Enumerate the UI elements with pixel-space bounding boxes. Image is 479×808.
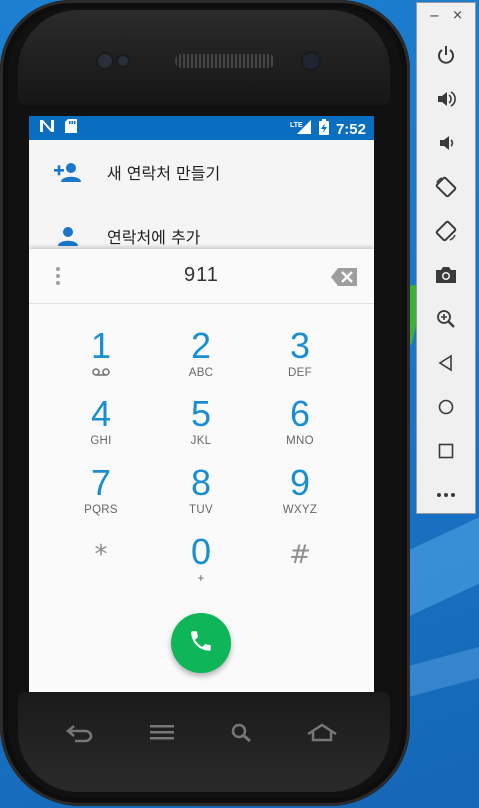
overview-icon[interactable]	[417, 429, 475, 473]
status-bar: LTE 7:52	[29, 116, 374, 140]
hw-menu-icon[interactable]	[142, 722, 182, 750]
key-8[interactable]: 8 TUV	[151, 464, 251, 528]
n-notification-icon	[39, 119, 55, 137]
key-pound[interactable]: #	[250, 533, 350, 597]
more-icon[interactable]	[417, 473, 475, 517]
svg-text:LTE: LTE	[290, 122, 303, 129]
rotate-right-icon[interactable]	[417, 209, 475, 253]
volume-up-icon[interactable]	[417, 77, 475, 121]
add-to-contact-label: 연락처에 추가	[107, 228, 201, 247]
key-0[interactable]: 0 +	[151, 533, 251, 597]
dialpad: 911 1 2 ABC 3 DEF 4 GHI 5 JKL 6 MNO 7 PQ…	[29, 249, 374, 692]
key-7[interactable]: 7 PQRS	[51, 464, 151, 528]
backspace-icon[interactable]	[330, 267, 358, 291]
sd-card-icon	[65, 119, 77, 137]
key-3[interactable]: 3 DEF	[250, 327, 350, 391]
phone-screen: LTE 7:52 새 연락처 만들기 연락처에 추가 911 1 2 ABC 3…	[29, 116, 374, 692]
create-contact-item[interactable]: 새 연락처 만들기	[29, 140, 374, 204]
earpiece-speaker	[175, 54, 275, 68]
key-star[interactable]: *	[51, 533, 151, 597]
dialed-number[interactable]: 911	[29, 264, 374, 287]
voicemail-icon	[51, 367, 151, 380]
create-contact-label: 새 연락처 만들기	[107, 164, 221, 183]
key-9[interactable]: 9 WXYZ	[250, 464, 350, 528]
lte-signal-icon: LTE	[290, 119, 312, 139]
close-button[interactable]: ×	[452, 8, 463, 23]
phone-icon	[188, 628, 214, 658]
add-person-icon	[29, 161, 107, 183]
sensor-icon	[118, 56, 128, 66]
clock: 7:52	[335, 120, 366, 138]
hw-search-icon[interactable]	[222, 722, 262, 750]
key-5[interactable]: 5 JKL	[151, 395, 251, 459]
battery-charging-icon	[318, 119, 329, 139]
minimize-button[interactable]: −	[429, 9, 440, 24]
home-icon[interactable]	[417, 385, 475, 429]
power-icon[interactable]	[417, 33, 475, 77]
key-4[interactable]: 4 GHI	[51, 395, 151, 459]
person-icon	[29, 225, 107, 247]
phone-frame: LTE 7:52 새 연락처 만들기 연락처에 추가 911 1 2 ABC 3…	[0, 0, 410, 806]
key-6[interactable]: 6 MNO	[250, 395, 350, 459]
key-2[interactable]: 2 ABC	[151, 327, 251, 391]
hw-back-icon[interactable]	[60, 722, 100, 750]
back-icon[interactable]	[417, 341, 475, 385]
volume-down-icon[interactable]	[417, 121, 475, 165]
digits-field: 911	[29, 249, 374, 304]
phone-top-bezel	[18, 10, 390, 105]
rotate-left-icon[interactable]	[417, 165, 475, 209]
sensor-icon	[98, 54, 112, 68]
camera-icon[interactable]	[417, 253, 475, 297]
front-camera-icon	[303, 53, 319, 69]
key-1[interactable]: 1	[51, 327, 151, 391]
emulator-toolbar: − ×	[416, 2, 476, 514]
hw-home-icon[interactable]	[302, 722, 342, 750]
zoom-icon[interactable]	[417, 297, 475, 341]
call-button[interactable]	[171, 613, 231, 673]
